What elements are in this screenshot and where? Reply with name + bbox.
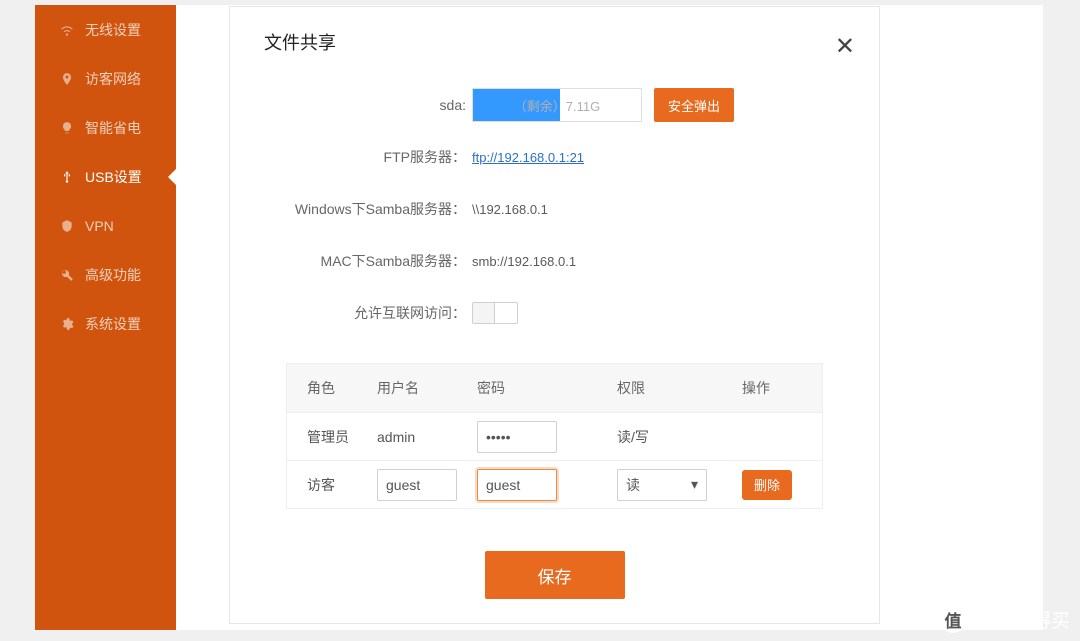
watermark: 值 什么值得买: [939, 605, 1070, 633]
col-role: 角色: [287, 378, 377, 398]
sidebar-item-guest[interactable]: 访客网络: [35, 54, 176, 103]
storage-bar: （剩余）7.11G: [472, 88, 642, 122]
col-user: 用户名: [377, 378, 477, 398]
gear-icon: [59, 316, 75, 332]
wrench-icon: [59, 267, 75, 283]
cell-user: admin: [377, 429, 477, 445]
col-perm: 权限: [617, 378, 742, 398]
toggle-knob: [473, 303, 495, 323]
table-row: 管理员 admin 读/写: [287, 412, 822, 460]
guest-permission-select[interactable]: 读 ▾: [617, 469, 707, 501]
watermark-text: 什么值得买: [975, 606, 1070, 633]
cell-role: 管理员: [287, 427, 377, 447]
admin-password-input[interactable]: [477, 421, 557, 453]
watermark-badge: 值: [939, 605, 967, 633]
location-icon: [59, 71, 75, 87]
internet-toggle[interactable]: [472, 302, 518, 324]
delete-button[interactable]: 删除: [742, 470, 792, 500]
storage-remaining: （剩余）7.11G: [514, 96, 600, 115]
cell-perm: 读/写: [617, 427, 742, 447]
ftp-link[interactable]: ftp://192.168.0.1:21: [472, 150, 584, 165]
sidebar-item-system[interactable]: 系统设置: [35, 299, 176, 348]
internet-label: 允许互联网访问：: [230, 303, 472, 323]
sidebar-item-vpn[interactable]: VPN: [35, 201, 176, 250]
save-button[interactable]: 保存: [485, 551, 625, 599]
sidebar-item-label: 智能省电: [85, 118, 141, 138]
smb-mac-label: MAC下Samba服务器：: [230, 251, 472, 271]
guest-password-input[interactable]: [477, 469, 557, 501]
wifi-icon: [59, 22, 75, 38]
smb-win-label: Windows下Samba服务器：: [230, 199, 472, 219]
file-share-modal: 文件共享 ✕ sda: （剩余）7.11G 安全弹出 FTP服务器： ftp:/…: [229, 6, 880, 624]
table-row: 访客 读 ▾ 删除: [287, 460, 822, 508]
sidebar-item-label: 无线设置: [85, 20, 141, 40]
close-icon[interactable]: ✕: [835, 32, 855, 61]
guest-username-input[interactable]: [377, 469, 457, 501]
sidebar-item-label: VPN: [85, 218, 114, 234]
select-value: 读: [626, 475, 640, 495]
smb-win-value: \\192.168.0.1: [472, 202, 548, 217]
eject-button[interactable]: 安全弹出: [654, 88, 734, 122]
usb-icon: [59, 169, 75, 185]
sidebar-item-power[interactable]: 智能省电: [35, 103, 176, 152]
sidebar-item-label: 高级功能: [85, 265, 141, 285]
cell-role: 访客: [287, 475, 377, 495]
smb-mac-value: smb://192.168.0.1: [472, 254, 576, 269]
sidebar-item-label: 系统设置: [85, 314, 141, 334]
col-pass: 密码: [477, 378, 617, 398]
modal-title: 文件共享: [230, 7, 879, 61]
sidebar-item-label: USB设置: [85, 167, 142, 187]
sidebar-item-advanced[interactable]: 高级功能: [35, 250, 176, 299]
col-action: 操作: [742, 378, 822, 398]
user-table: 角色 用户名 密码 权限 操作 管理员 admin 读/写 访客 读 ▾ 删除: [286, 363, 823, 509]
ftp-label: FTP服务器：: [230, 147, 472, 167]
sidebar-item-label: 访客网络: [85, 69, 141, 89]
bulb-icon: [59, 120, 75, 136]
table-header: 角色 用户名 密码 权限 操作: [287, 364, 822, 412]
sidebar-item-wireless[interactable]: 无线设置: [35, 5, 176, 54]
sidebar: 无线设置 访客网络 智能省电 USB设置 VPN: [35, 5, 176, 630]
vpn-icon: [59, 218, 75, 234]
chevron-down-icon: ▾: [691, 476, 698, 493]
sidebar-item-usb[interactable]: USB设置: [35, 152, 176, 201]
sda-label: sda:: [230, 97, 472, 113]
